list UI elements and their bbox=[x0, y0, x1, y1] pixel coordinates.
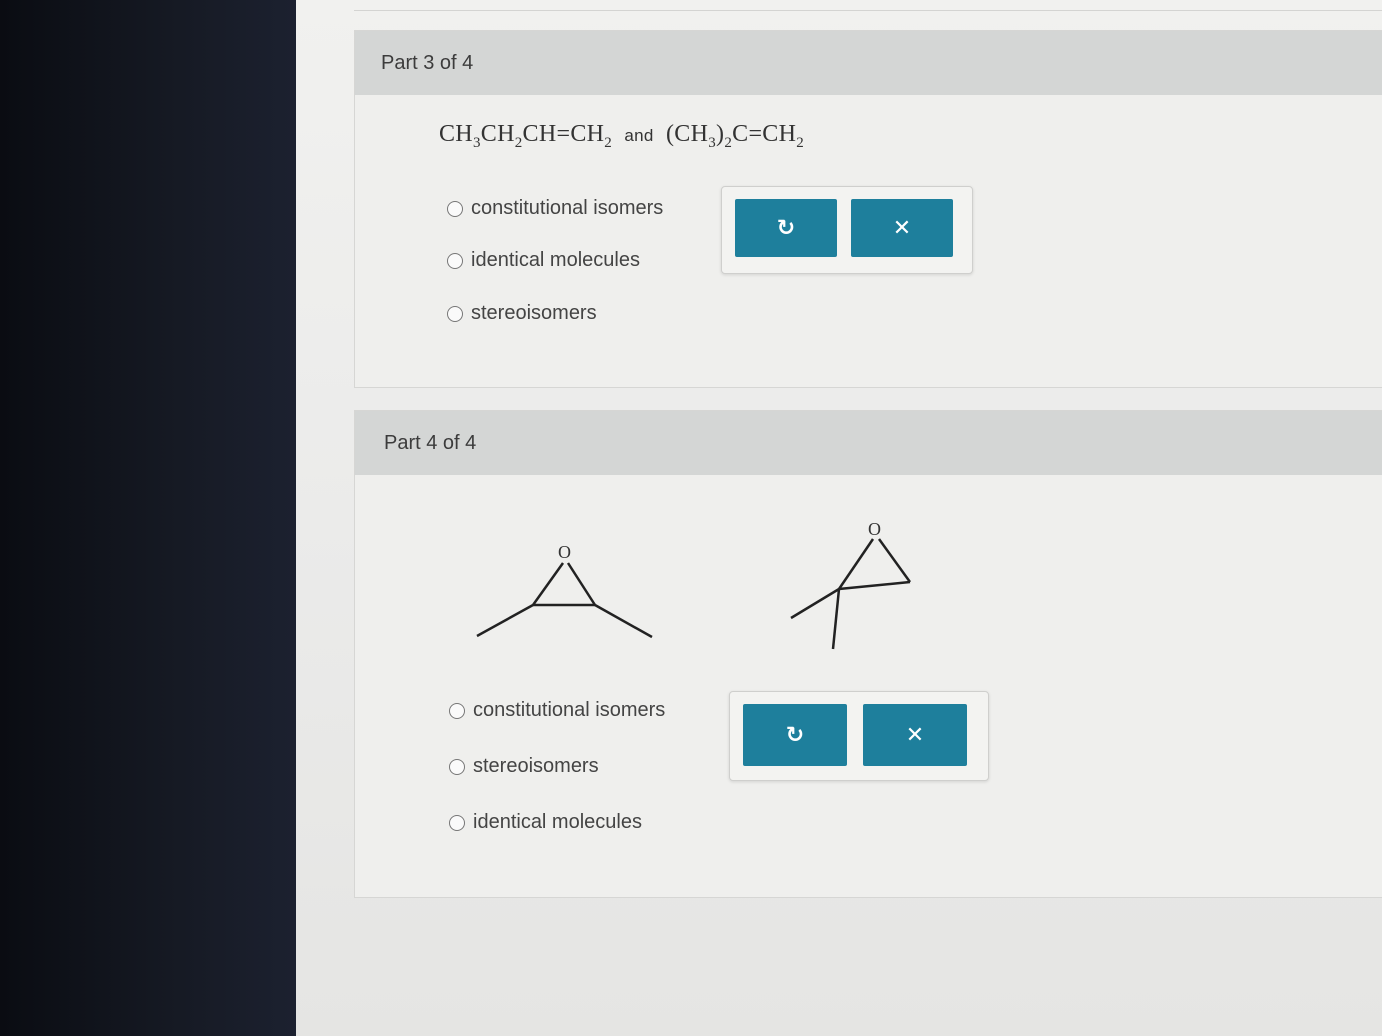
reset-button[interactable]: ↻ bbox=[743, 704, 847, 766]
undo-icon: ↻ bbox=[776, 215, 796, 241]
radio-icon[interactable] bbox=[447, 252, 463, 269]
monitor-bezel bbox=[0, 0, 300, 1036]
molecule-left: O bbox=[476, 542, 653, 639]
part-3-formula: CH3CH2CH=CH2 and (CH3)2C=CH2 bbox=[439, 121, 805, 151]
close-icon: ✕ bbox=[905, 722, 925, 748]
part-3-title: Part 3 of 4 bbox=[381, 51, 474, 74]
part-4-option-stereoisomers[interactable]: stereoisomers bbox=[449, 755, 599, 778]
radio-icon[interactable] bbox=[447, 200, 463, 217]
oxygen-label-right: O bbox=[868, 521, 881, 539]
molecule-right: O bbox=[790, 521, 912, 650]
radio-icon[interactable] bbox=[447, 305, 463, 322]
part-4-panel: Part 4 of 4 O O constitutional isomers s… bbox=[354, 410, 1382, 898]
close-icon: ✕ bbox=[892, 215, 912, 241]
part-3-button-group: ↻ ✕ bbox=[721, 186, 973, 274]
part-3-option-constitutional-isomers[interactable]: constitutional isomers bbox=[447, 197, 663, 220]
radio-icon[interactable] bbox=[449, 758, 465, 775]
part-4-header: Part 4 of 4 bbox=[355, 411, 1382, 475]
radio-icon[interactable] bbox=[449, 702, 465, 719]
previous-panel-edge bbox=[354, 0, 1382, 11]
part-3-panel: Part 3 of 4 CH3CH2CH=CH2 and (CH3)2C=CH2… bbox=[354, 30, 1382, 388]
part-4-option-constitutional-isomers[interactable]: constitutional isomers bbox=[449, 699, 665, 722]
radio-icon[interactable] bbox=[449, 814, 465, 831]
part-3-option-identical-molecules[interactable]: identical molecules bbox=[447, 249, 640, 272]
part-4-title: Part 4 of 4 bbox=[384, 431, 477, 454]
clear-button[interactable]: ✕ bbox=[863, 704, 967, 766]
reset-button[interactable]: ↻ bbox=[735, 199, 837, 257]
clear-button[interactable]: ✕ bbox=[851, 199, 953, 257]
part-3-header: Part 3 of 4 bbox=[355, 31, 1382, 95]
part-4-button-group: ↻ ✕ bbox=[729, 691, 989, 781]
part-3-option-stereoisomers[interactable]: stereoisomers bbox=[447, 302, 597, 325]
part-4-option-identical-molecules[interactable]: identical molecules bbox=[449, 811, 642, 834]
oxygen-label-left: O bbox=[558, 542, 571, 562]
undo-icon: ↻ bbox=[785, 722, 805, 748]
